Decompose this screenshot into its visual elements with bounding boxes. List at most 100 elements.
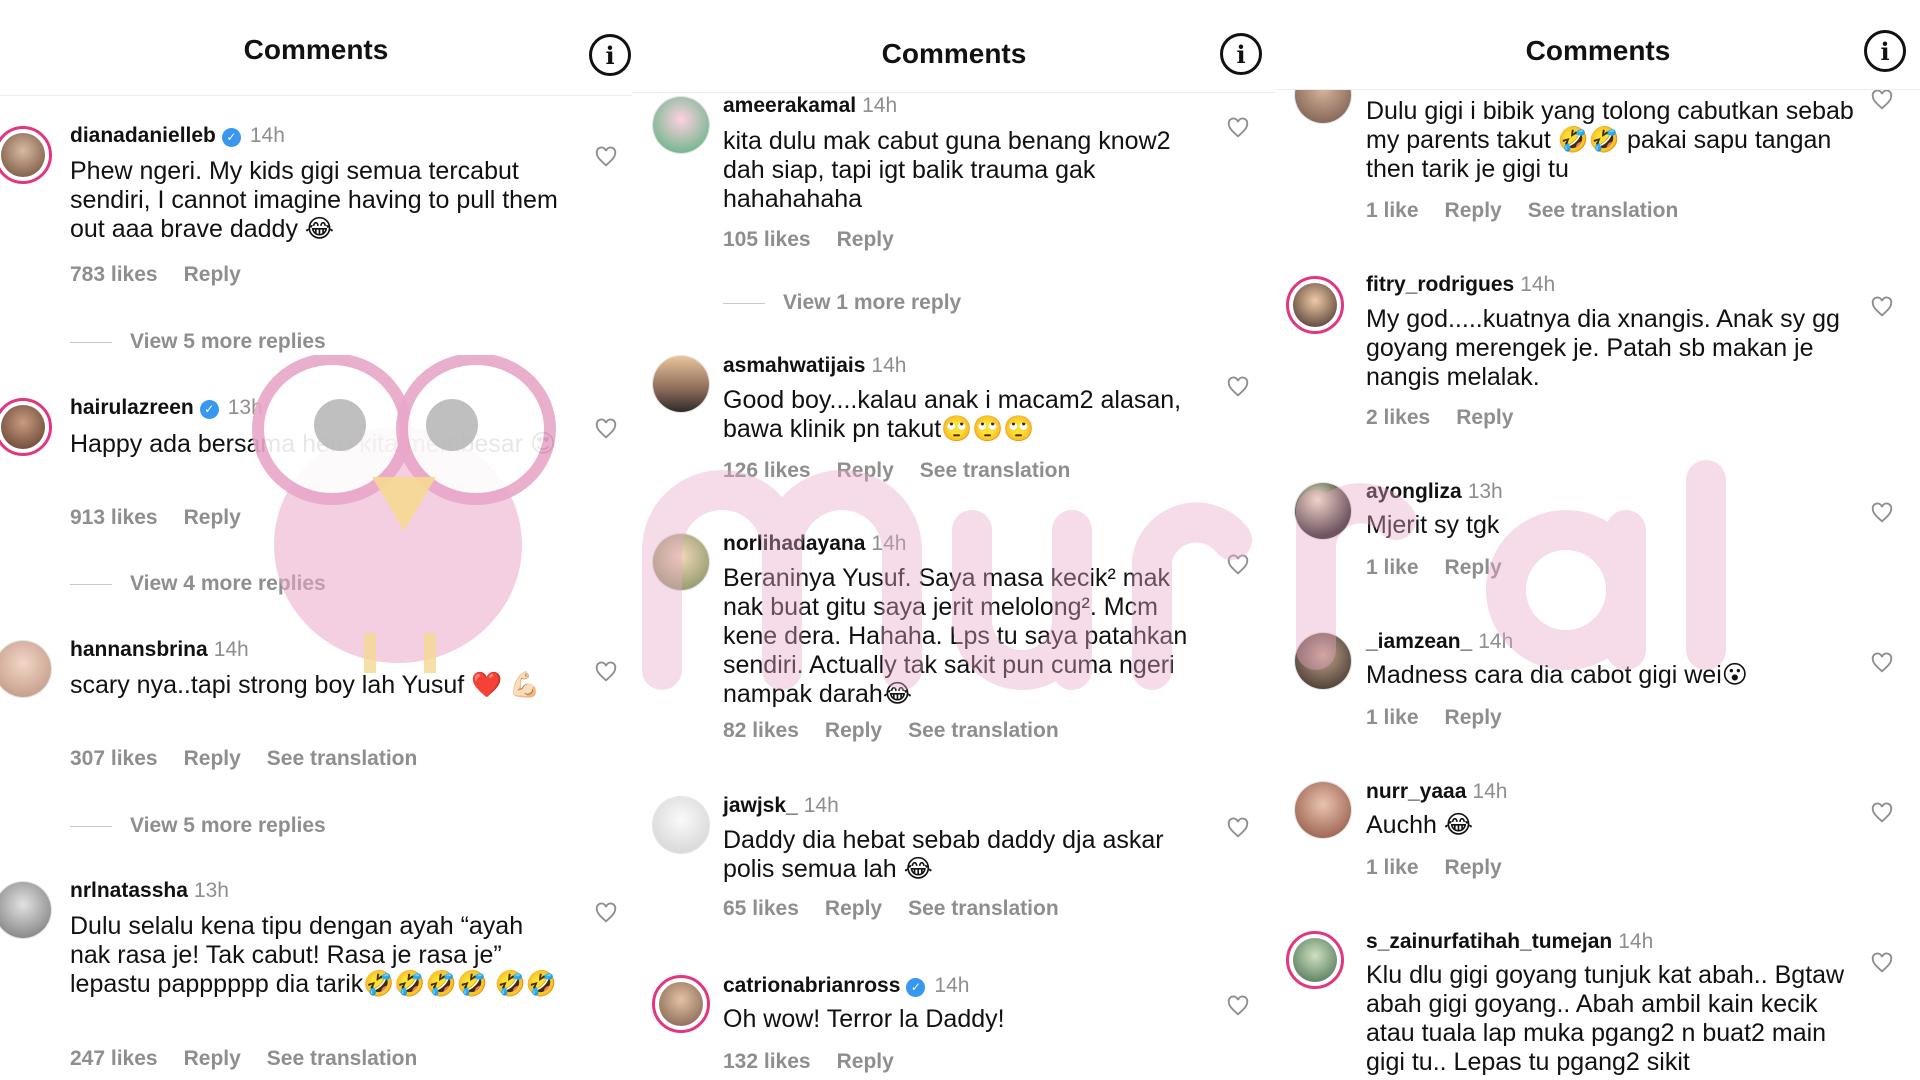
comment-username[interactable]: jawjsk_ [723, 794, 798, 817]
avatar[interactable] [652, 355, 710, 413]
heart-outline-icon[interactable] [1871, 502, 1893, 524]
heart-outline-icon[interactable] [1871, 952, 1893, 974]
see-translation-button[interactable]: See translation [267, 747, 418, 770]
see-translation-button[interactable]: See translation [1528, 199, 1679, 222]
info-icon[interactable]: i [1864, 30, 1906, 72]
reply-button[interactable]: Reply [1445, 856, 1502, 879]
avatar[interactable] [652, 796, 710, 854]
heart-outline-icon[interactable] [1227, 117, 1249, 139]
like-count[interactable]: 783 likes [70, 263, 158, 286]
heart-outline-icon[interactable] [1871, 802, 1893, 824]
avatar[interactable] [1286, 276, 1344, 334]
like-count[interactable]: 2 likes [1366, 406, 1430, 429]
see-translation-button[interactable]: See translation [920, 459, 1071, 482]
avatar[interactable] [0, 398, 52, 456]
comment-time: 14h [862, 94, 898, 117]
reply-button[interactable]: Reply [837, 459, 894, 482]
see-translation-button[interactable]: See translation [267, 1047, 418, 1070]
avatar[interactable] [1294, 482, 1352, 540]
reply-button[interactable]: Reply [837, 228, 894, 251]
avatar[interactable] [652, 975, 710, 1033]
avatar[interactable] [1294, 632, 1352, 690]
reply-divider [70, 341, 112, 343]
heart-outline-icon[interactable] [595, 661, 617, 683]
info-icon[interactable]: i [1220, 33, 1262, 75]
avatar[interactable] [0, 881, 52, 939]
reply-button[interactable]: Reply [184, 506, 241, 529]
avatar[interactable] [0, 640, 52, 698]
comment-username[interactable]: nrlnatassha [70, 879, 188, 902]
comment-username[interactable]: ameerakamal [723, 94, 856, 117]
avatar[interactable] [652, 96, 710, 154]
reply-button[interactable]: Reply [1456, 406, 1513, 429]
avatar[interactable] [1294, 781, 1352, 839]
avatar[interactable] [652, 533, 710, 591]
view-more-replies-button[interactable]: View 1 more reply [723, 291, 961, 315]
see-translation-button[interactable]: See translation [908, 719, 1059, 742]
comment-username[interactable]: hairulazreen [70, 396, 194, 419]
like-count[interactable]: 913 likes [70, 506, 158, 529]
info-icon[interactable]: i [589, 34, 631, 76]
like-count[interactable]: 1 like [1366, 856, 1419, 879]
reply-button[interactable]: Reply [1445, 706, 1502, 729]
heart-outline-icon[interactable] [1227, 817, 1249, 839]
like-count[interactable]: 105 likes [723, 228, 811, 251]
reply-button[interactable]: Reply [1445, 556, 1502, 579]
heart-outline-icon[interactable] [1871, 89, 1893, 111]
comment-username[interactable]: catrionabrianross [723, 974, 900, 997]
mascot-watermark [252, 355, 556, 673]
heart-outline-icon[interactable] [1227, 554, 1249, 576]
view-more-replies-button[interactable]: View 5 more replies [70, 330, 326, 354]
header-title: Comments [881, 38, 1027, 69]
view-more-replies-button[interactable]: View 4 more replies [70, 572, 326, 596]
reply-button[interactable]: Reply [1445, 199, 1502, 222]
see-translation-button[interactable]: See translation [908, 897, 1059, 920]
comment-time: 14h [1618, 930, 1654, 953]
comment-username[interactable]: fitry_rodrigues [1366, 273, 1514, 296]
like-count[interactable]: 82 likes [723, 719, 799, 742]
comment-time: 14h [249, 124, 285, 147]
heart-outline-icon[interactable] [1871, 296, 1893, 318]
comment-text: Happy ada bersama hero kita membesar 😍 [70, 430, 557, 458]
comment-username[interactable]: hannansbrina [70, 638, 208, 661]
heart-outline-icon[interactable] [595, 418, 617, 440]
view-more-replies-label: View 5 more replies [130, 814, 326, 837]
comment-username[interactable]: dianadanielleb [70, 124, 216, 147]
view-more-replies-label: View 5 more replies [130, 330, 326, 353]
reply-divider [70, 583, 112, 585]
heart-outline-icon[interactable] [595, 146, 617, 168]
reply-button[interactable]: Reply [184, 747, 241, 770]
avatar[interactable] [0, 126, 52, 184]
reply-button[interactable]: Reply [837, 1050, 894, 1073]
comment-text: Auchh 😂 [1366, 811, 1474, 839]
avatar[interactable] [1286, 931, 1344, 989]
comment-username[interactable]: s_zainurfatihah_tumejan [1366, 930, 1612, 953]
heart-outline-icon[interactable] [1227, 995, 1249, 1017]
like-count[interactable]: 1 like [1366, 199, 1419, 222]
comment-username[interactable]: ayongliza [1366, 480, 1462, 503]
reply-button[interactable]: Reply [825, 719, 882, 742]
comment-text: scary nya..tapi strong boy lah Yusuf ❤️ … [70, 671, 541, 699]
like-count[interactable]: 307 likes [70, 747, 158, 770]
comment-username[interactable]: nurr_yaaa [1366, 780, 1466, 803]
heart-outline-icon[interactable] [1871, 652, 1893, 674]
comment-text: Dulu selalu kena tipu dengan ayah “ayah … [70, 912, 557, 998]
like-count[interactable]: 1 like [1366, 706, 1419, 729]
reply-button[interactable]: Reply [184, 1047, 241, 1070]
like-count[interactable]: 126 likes [723, 459, 811, 482]
comment-text: Daddy dia hebat sebab daddy dja askar po… [723, 826, 1164, 883]
comment-username[interactable]: asmahwatijais [723, 354, 865, 377]
reply-button[interactable]: Reply [184, 263, 241, 286]
like-count[interactable]: 247 likes [70, 1047, 158, 1070]
heart-outline-icon[interactable] [595, 902, 617, 924]
like-count[interactable]: 132 likes [723, 1050, 811, 1073]
reply-button[interactable]: Reply [825, 897, 882, 920]
comment-time: 14h [1520, 273, 1556, 296]
comment-username[interactable]: _iamzean_ [1366, 630, 1472, 653]
comments-header: Comments i [0, 0, 632, 96]
like-count[interactable]: 65 likes [723, 897, 799, 920]
view-more-replies-button[interactable]: View 5 more replies [70, 814, 326, 838]
comment-username[interactable]: norlihadayana [723, 532, 865, 555]
like-count[interactable]: 1 like [1366, 556, 1419, 579]
heart-outline-icon[interactable] [1227, 376, 1249, 398]
